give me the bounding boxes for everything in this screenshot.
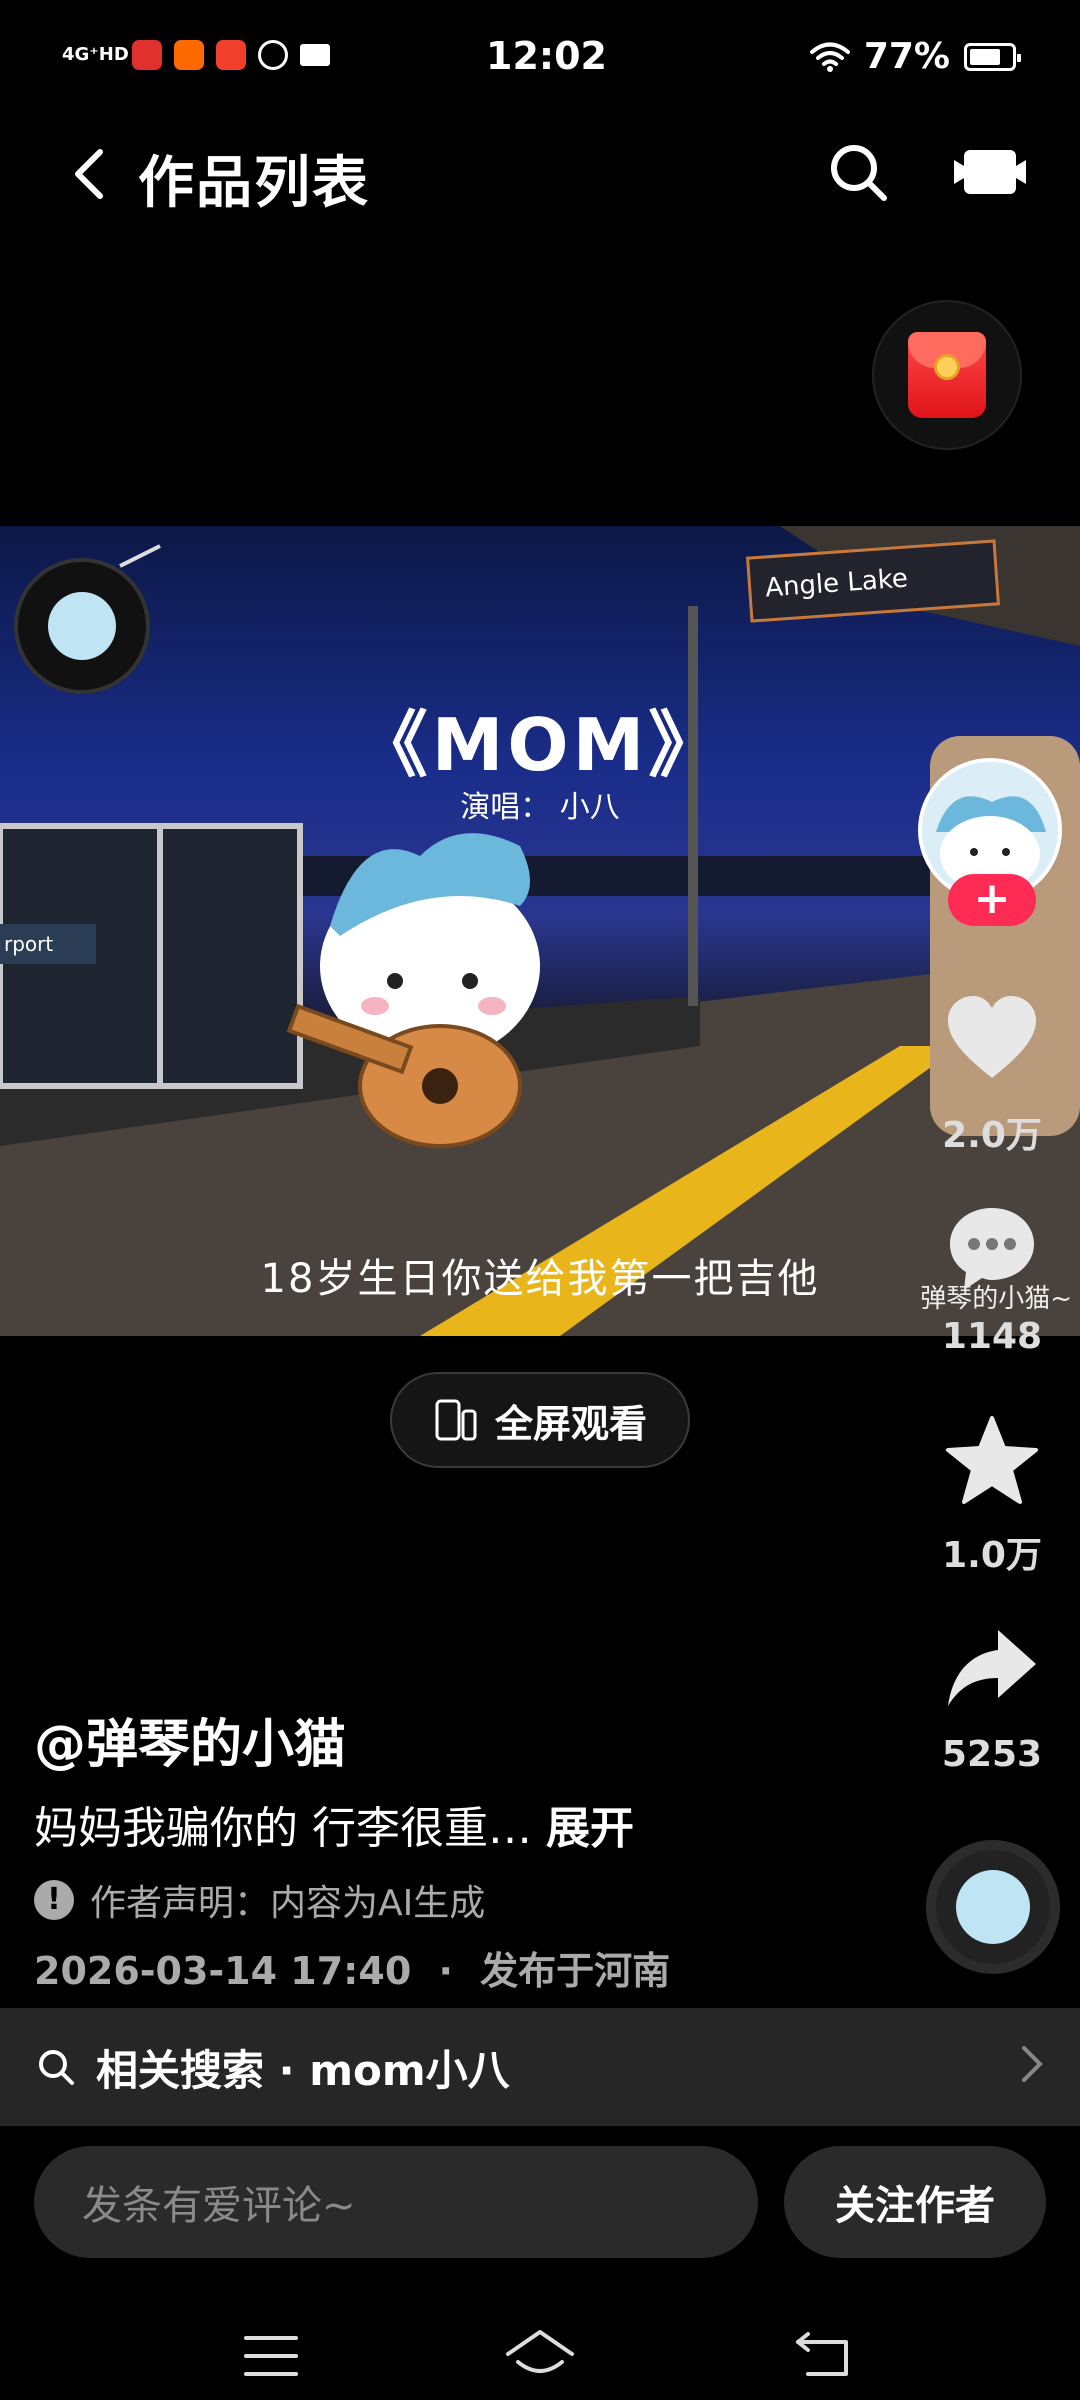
share-icon[interactable] [942, 1620, 1042, 1720]
network-indicator: 4G⁺HD [62, 44, 129, 65]
meta-separator: · [438, 1949, 453, 1993]
status-left: 4G⁺HD [62, 40, 330, 70]
camera-icon[interactable] [954, 146, 1026, 198]
rotate-screen-icon [435, 1399, 477, 1441]
post-description: 妈妈我骗你的 行李很重… 展开 [34, 1792, 634, 1856]
post-location: 发布于河南 [480, 1949, 671, 1993]
menu-icon[interactable] [244, 2334, 298, 2378]
home-icon[interactable] [504, 2328, 576, 2380]
follow-author-button[interactable]: 关注作者 [784, 2146, 1046, 2258]
app-notification-icon [132, 40, 162, 70]
share-count: 5253 [941, 1734, 1043, 1775]
info-alert-icon: ! [34, 1880, 74, 1920]
app-notification-icon [216, 40, 246, 70]
wifi-icon [809, 42, 850, 72]
status-right: 77% [809, 36, 1021, 77]
search-icon [39, 2050, 74, 2085]
comment-input[interactable]: 发条有爱评论~ [34, 2146, 758, 2258]
author-declaration: ! 作者声明：内容为AI生成 [34, 1874, 485, 1926]
app-notification-icon [174, 40, 204, 70]
battery-icon [964, 42, 1021, 71]
page-title: 作品列表 [138, 151, 370, 216]
status-bar: 4G⁺HD 12:02 77% [0, 0, 1080, 120]
back-icon[interactable] [62, 144, 118, 204]
expand-link[interactable]: 展开 [546, 1803, 634, 1854]
fullscreen-button[interactable]: 全屏观看 [390, 1372, 690, 1468]
fullscreen-label: 全屏观看 [494, 1401, 647, 1446]
back-nav-icon[interactable] [796, 2330, 852, 2378]
like-count: 2.0万 [942, 1115, 1042, 1156]
related-search-label: 相关搜索 · mom小八 [96, 2045, 510, 2095]
red-packet-button[interactable] [872, 300, 1022, 450]
favorite-star-icon[interactable] [942, 1412, 1042, 1512]
description-text: 妈妈我骗你的 行李很重… [34, 1803, 532, 1854]
battery-percent: 77% [863, 36, 950, 77]
music-cover [956, 1870, 1030, 1944]
search-icon[interactable] [826, 140, 890, 204]
music-disc-icon[interactable] [926, 1840, 1060, 1974]
red-envelope-icon [908, 332, 986, 418]
video-player[interactable]: rport Angle Lake 《MOM》 演唱： 小八 18岁生日你送给我第… [0, 526, 1080, 1336]
chevron-right-icon [1022, 2046, 1043, 2082]
post-datetime: 2026-03-14 17:40 [34, 1949, 412, 1993]
book-icon [300, 44, 330, 66]
declaration-text: 作者声明：内容为AI生成 [90, 1883, 486, 1924]
follow-plus-button[interactable]: + [948, 874, 1036, 926]
post-meta: 2026-03-14 17:40 · 发布于河南 [34, 1940, 670, 1995]
system-nav-bar [0, 2300, 1080, 2400]
comment-icon[interactable] [942, 1200, 1042, 1300]
like-heart-icon[interactable] [942, 990, 1042, 1090]
favorite-count: 1.0万 [942, 1535, 1042, 1576]
comment-count: 1148 [941, 1316, 1043, 1357]
svg-text:rport: rport [4, 932, 53, 956]
status-time: 12:02 [486, 34, 607, 78]
app-notification-icon [258, 40, 288, 70]
author-name[interactable]: @弹琴的小猫 [34, 1702, 346, 1777]
related-search-bar[interactable]: 相关搜索 · mom小八 [0, 2008, 1080, 2126]
song-title-overlay: 《MOM》 [355, 703, 725, 787]
lyric-subtitle: 18岁生日你送给我第一把吉他 [260, 1256, 820, 1302]
video-scene: rport [0, 526, 1080, 1336]
